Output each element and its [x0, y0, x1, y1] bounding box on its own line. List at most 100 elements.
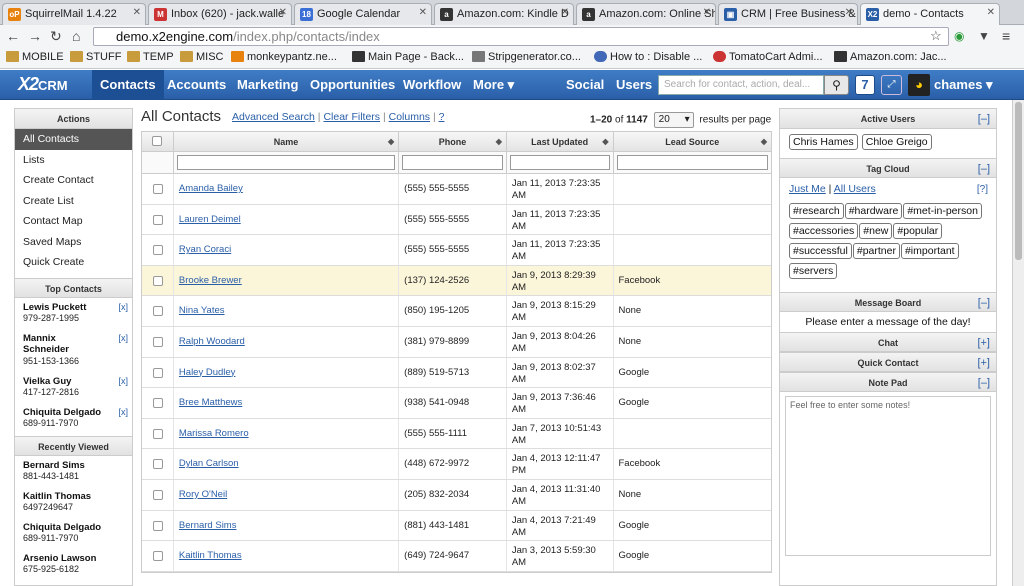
- row-checkbox[interactable]: [152, 520, 163, 531]
- collapse-toggle[interactable]: [–]: [978, 293, 990, 313]
- row-checkbox[interactable]: [152, 275, 163, 286]
- active-user-chip[interactable]: Chloe Greigo: [861, 134, 932, 150]
- recent-contact[interactable]: Chiquita Delgado 689-911-7970: [15, 518, 132, 549]
- sidebar-item-saved-maps[interactable]: Saved Maps: [15, 232, 132, 253]
- table-row[interactable]: Dylan Carlson (448) 672-9972 Jan 4, 2013 1…: [142, 449, 771, 480]
- tag-chip[interactable]: #important: [900, 243, 959, 259]
- contact-link[interactable]: Marissa Romero: [179, 428, 249, 439]
- nav-opportunities[interactable]: Opportunities: [302, 70, 403, 100]
- top-contact[interactable]: Vielka Guy 417-127-2816 [x]: [15, 372, 132, 403]
- expand-toggle[interactable]: [+]: [977, 333, 990, 353]
- recent-contact[interactable]: Kaitlin Thomas 6497249647: [15, 487, 132, 518]
- contact-link[interactable]: Dylan Carlson: [179, 458, 239, 469]
- contact-link[interactable]: Nina Yates: [179, 305, 225, 316]
- page-scrollbar[interactable]: [1012, 100, 1024, 586]
- top-contact[interactable]: Lewis Puckett 979-287-1995 [x]: [15, 298, 132, 329]
- close-icon[interactable]: ✕: [703, 7, 711, 18]
- browser-tab-calendar[interactable]: 18 Google Calendar ✕: [294, 3, 432, 25]
- close-icon[interactable]: ✕: [845, 7, 853, 18]
- table-row[interactable]: Lauren Deimel (555) 555-5555 Jan 11, 2013 …: [142, 204, 771, 236]
- nav-contacts[interactable]: Contacts: [92, 70, 164, 100]
- browser-tab-amazon-online[interactable]: a Amazon.com: Online Sh ✕: [576, 3, 716, 25]
- tag-chip[interactable]: #servers: [789, 263, 838, 279]
- nav-workflow[interactable]: Workflow: [395, 70, 469, 100]
- address-bar[interactable]: demo.x2engine.com/index.php/contacts/ind…: [93, 27, 949, 46]
- contact-link[interactable]: Brooke Brewer: [179, 275, 242, 286]
- nav-more[interactable]: More ▾: [465, 70, 522, 100]
- bookmark-temp[interactable]: TEMP: [127, 51, 174, 63]
- contact-link[interactable]: Bree Matthews: [179, 397, 242, 408]
- advanced-search-link[interactable]: Advanced Search: [232, 111, 315, 123]
- table-row[interactable]: Marissa Romero (555) 555-1111 Jan 7, 2013 …: [142, 418, 771, 450]
- note-pad-textarea[interactable]: Feel free to enter some notes!: [785, 396, 991, 556]
- column-header-lead-source[interactable]: Lead Source ◆: [614, 132, 772, 151]
- column-header-name[interactable]: Name ◆: [174, 132, 400, 151]
- tag-chip[interactable]: #popular: [893, 223, 943, 239]
- remove-top-contact-button[interactable]: [x]: [118, 407, 128, 419]
- bookmark-stuff[interactable]: STUFF: [70, 51, 121, 63]
- tag-chip[interactable]: #partner: [852, 243, 900, 259]
- last-updated-filter-input[interactable]: [509, 155, 610, 170]
- table-row[interactable]: Kaitlin Thomas (649) 724-9647 Jan 3, 2013 …: [142, 541, 771, 572]
- table-row[interactable]: Amanda Bailey (555) 555-5555 Jan 11, 2013 …: [142, 174, 771, 205]
- contact-link[interactable]: Lauren Deimel: [179, 214, 241, 225]
- tag-chip[interactable]: #research: [789, 203, 844, 219]
- select-all-checkbox[interactable]: [152, 136, 163, 146]
- reload-icon[interactable]: ↻: [50, 27, 62, 45]
- bookmark-misc[interactable]: MISC: [180, 51, 224, 63]
- bookmark-amazon[interactable]: Amazon.com: Jac...: [834, 51, 947, 63]
- x2crm-logo[interactable]: X2CRM: [18, 74, 68, 95]
- tag-chip[interactable]: #hardware: [844, 203, 903, 219]
- recent-contact[interactable]: Arsenio Lawson 675-925-6182: [15, 549, 132, 580]
- table-row[interactable]: Rory O'Neil (205) 832-2034 Jan 4, 2013 11:…: [142, 479, 771, 511]
- search-icon[interactable]: ⚲: [824, 75, 849, 95]
- row-checkbox[interactable]: [152, 306, 163, 317]
- close-icon[interactable]: ✕: [279, 7, 287, 18]
- remove-top-contact-button[interactable]: [x]: [118, 333, 128, 345]
- tag-chip[interactable]: #successful: [789, 243, 852, 259]
- all-users-link[interactable]: All Users: [834, 183, 876, 195]
- contact-link[interactable]: Ralph Woodard: [179, 336, 245, 347]
- table-row[interactable]: Ralph Woodard (381) 979-8899 Jan 9, 2013 8…: [142, 326, 771, 358]
- tag-chip[interactable]: #new: [859, 223, 893, 239]
- table-row[interactable]: Brooke Brewer (137) 124-2526 Jan 9, 2013 8…: [142, 265, 771, 297]
- forward-icon[interactable]: →: [28, 27, 42, 45]
- help-link[interactable]: ?: [439, 111, 445, 123]
- back-icon[interactable]: ←: [6, 27, 20, 45]
- browser-tab-gmail[interactable]: M Inbox (620) - jack.walle ✕: [148, 3, 292, 25]
- contact-link[interactable]: Ryan Coraci: [179, 244, 231, 255]
- table-row[interactable]: Bernard Sims (881) 443-1481 Jan 4, 2013 7:…: [142, 510, 771, 542]
- row-checkbox[interactable]: [152, 459, 163, 470]
- phone-filter-input[interactable]: [402, 155, 503, 170]
- remove-top-contact-button[interactable]: [x]: [118, 302, 128, 314]
- sidebar-item-create-contact[interactable]: Create Contact: [15, 170, 132, 191]
- contact-link[interactable]: Amanda Bailey: [179, 183, 243, 194]
- contact-link[interactable]: Haley Dudley: [179, 367, 236, 378]
- pocket-icon[interactable]: ▼: [978, 27, 990, 45]
- nav-accounts[interactable]: Accounts: [159, 70, 234, 100]
- menu-icon[interactable]: ≡: [1002, 27, 1010, 45]
- just-me-link[interactable]: Just Me: [789, 183, 826, 195]
- close-icon[interactable]: ✕: [561, 7, 569, 18]
- row-checkbox[interactable]: [152, 336, 163, 347]
- sidebar-item-create-list[interactable]: Create List: [15, 191, 132, 212]
- sidebar-item-quick-create[interactable]: Quick Create: [15, 252, 132, 273]
- row-checkbox[interactable]: [152, 489, 163, 500]
- close-icon[interactable]: ✕: [419, 7, 427, 18]
- nav-marketing[interactable]: Marketing: [229, 70, 306, 100]
- clear-filters-link[interactable]: Clear Filters: [323, 111, 380, 123]
- sidebar-item-all-contacts[interactable]: All Contacts: [15, 129, 132, 150]
- lead-source-filter-input[interactable]: [616, 155, 768, 170]
- sidebar-item-contact-map[interactable]: Contact Map: [15, 211, 132, 232]
- browser-tab-crm[interactable]: ▣ CRM | Free Business & ✕: [718, 3, 858, 25]
- browser-tab-demo-contacts[interactable]: X2 demo - Contacts ✕: [860, 3, 1000, 25]
- bookmark-mobile[interactable]: MOBILE: [6, 51, 64, 63]
- row-checkbox[interactable]: [152, 428, 163, 439]
- table-row[interactable]: Haley Dudley (889) 519-5713 Jan 9, 2013 8:…: [142, 357, 771, 389]
- bookmark-tomatocart[interactable]: TomatoCart Admi...: [713, 51, 823, 63]
- contact-link[interactable]: Bernard Sims: [179, 520, 237, 531]
- table-row[interactable]: Bree Matthews (938) 541-0948 Jan 9, 2013 7…: [142, 388, 771, 419]
- user-menu[interactable]: chames ▾: [934, 70, 993, 100]
- bookmark-monkeypantz[interactable]: monkeypantz.ne...: [231, 51, 337, 63]
- search-input[interactable]: Search for contact, action, deal...: [658, 75, 824, 95]
